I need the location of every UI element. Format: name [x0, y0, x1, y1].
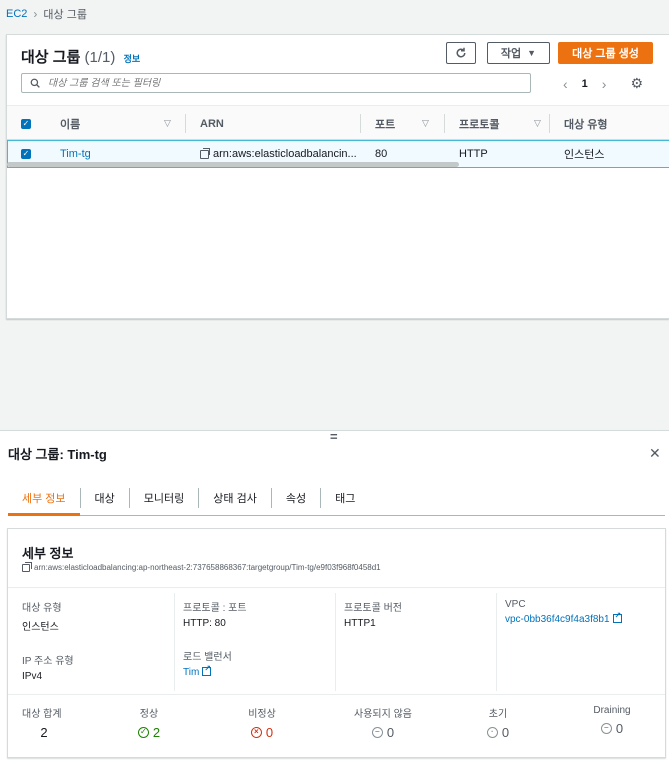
details-column-4: VPC vpc-0bb36f4c9f4a3f8b1 — [505, 599, 665, 644]
tab-monitoring[interactable]: 모니터링 — [130, 488, 200, 508]
external-link-icon — [612, 611, 622, 623]
tab-bar: 세부 정보 대상 모니터링 상태 검사 속성 태그 — [8, 481, 665, 516]
stat-initial: 초기 · 0 — [486, 709, 510, 740]
clock-icon: · — [486, 727, 498, 738]
sort-icon[interactable]: ▽ — [164, 118, 171, 129]
details-arn: arn:aws:elasticloadbalancing:ap-northeas… — [22, 561, 381, 572]
vpc-link[interactable]: vpc-0bb36f4c9f4a3f8b1 — [505, 614, 610, 625]
close-icon[interactable]: ✕ — [649, 445, 661, 462]
refresh-button[interactable] — [446, 42, 476, 64]
checkbox-checked-icon: ✓ — [21, 118, 31, 129]
stat-total-targets: 대상 합계 2 — [22, 709, 62, 740]
column-header-target-type[interactable]: 대상 유형 — [564, 106, 608, 141]
tab-tags[interactable]: 태그 — [321, 488, 369, 508]
info-link[interactable]: 정보 — [124, 54, 141, 64]
sort-icon[interactable]: ▽ — [534, 118, 541, 129]
refresh-icon — [456, 47, 466, 58]
page-number[interactable]: 1 — [582, 78, 588, 90]
tab-attributes[interactable]: 속성 — [272, 488, 322, 508]
create-target-group-button[interactable]: 대상 그룹 생성 — [558, 42, 653, 64]
panel-title: 대상 그룹 (1/1) 정보 — [21, 46, 140, 67]
column-header-protocol[interactable]: 프로토콜 ▽ — [459, 106, 541, 141]
x-circle-icon: × — [250, 727, 262, 738]
table-header: ✓ 이름 ▽ ARN 포트 ▽ 프로토콜 ▽ 대상 유형 — [7, 105, 669, 140]
details-column-2: 프로토콜 : 포트 HTTP: 80 로드 밸런서 Tim — [183, 599, 343, 697]
check-circle-icon: ✓ — [137, 727, 149, 738]
search-box[interactable] — [21, 73, 531, 93]
load-balancer-link[interactable]: Tim — [183, 667, 199, 678]
next-page-icon[interactable]: › — [602, 76, 607, 92]
tab-health-checks[interactable]: 상태 검사 — [199, 488, 272, 508]
tab-targets[interactable]: 대상 — [81, 488, 130, 508]
dash-circle-icon: – — [371, 727, 383, 738]
search-input[interactable] — [48, 77, 508, 89]
details-card: 세부 정보 arn:aws:elasticloadbalancing:ap-no… — [7, 528, 666, 758]
column-header-arn[interactable]: ARN — [200, 106, 224, 141]
stat-unused: 사용되지 않음 – 0 — [354, 709, 412, 740]
caret-down-icon: ▼ — [527, 48, 537, 58]
actions-button[interactable]: 작업 ▼ — [487, 42, 550, 64]
stat-unhealthy: 비정상 × 0 — [248, 709, 276, 740]
checkbox-checked-icon: ✓ — [21, 149, 31, 159]
chevron-right-icon: › — [33, 7, 38, 21]
horizontal-scrollbar[interactable] — [7, 162, 459, 167]
external-link-icon — [202, 664, 212, 676]
breadcrumb-ec2-link[interactable]: EC2 — [6, 8, 27, 20]
tab-details[interactable]: 세부 정보 — [8, 488, 81, 516]
actions-label: 작업 — [500, 48, 522, 60]
breadcrumb-current: 대상 그룹 — [43, 9, 87, 21]
select-all-checkbox[interactable]: ✓ — [21, 106, 31, 141]
pagination: ‹ 1 › ⚙ — [563, 75, 643, 92]
copy-icon[interactable] — [22, 561, 32, 572]
row-target-type: 인스턴스 — [564, 149, 605, 161]
stat-healthy: 정상 ✓ 2 — [137, 709, 161, 740]
copy-icon[interactable] — [200, 147, 210, 159]
sort-icon[interactable]: ▽ — [422, 118, 429, 129]
split-panel: = 대상 그룹: Tim-tg ✕ 세부 정보 대상 모니터링 상태 검사 속성… — [0, 429, 669, 761]
details-title: 세부 정보 — [22, 546, 74, 561]
row-protocol: HTTP — [459, 148, 488, 160]
breadcrumb: EC2 › 대상 그룹 — [6, 6, 87, 22]
search-icon — [30, 78, 40, 88]
panel-count: (1/1) — [84, 49, 116, 66]
details-column-3: 프로토콜 버전 HTTP1 — [344, 603, 402, 629]
column-header-name[interactable]: 이름 ▽ — [60, 106, 180, 141]
target-groups-panel: 대상 그룹 (1/1) 정보 작업 ▼ 대상 그룹 생성 ‹ 1 › ⚙ ✓ 이… — [6, 34, 669, 319]
column-header-port[interactable]: 포트 ▽ — [375, 106, 435, 141]
split-panel-title: 대상 그룹: Tim-tg — [8, 447, 107, 462]
details-column-1: 대상 유형 인스턴스 IP 주소 유형 IPv4 — [22, 603, 74, 682]
prev-page-icon[interactable]: ‹ — [563, 76, 568, 92]
panel-title-text: 대상 그룹 — [21, 49, 81, 66]
drag-handle-icon[interactable]: = — [330, 429, 338, 444]
minus-circle-icon: – — [600, 723, 612, 734]
gear-icon[interactable]: ⚙ — [630, 75, 643, 92]
stat-draining: Draining – 0 — [593, 705, 631, 736]
